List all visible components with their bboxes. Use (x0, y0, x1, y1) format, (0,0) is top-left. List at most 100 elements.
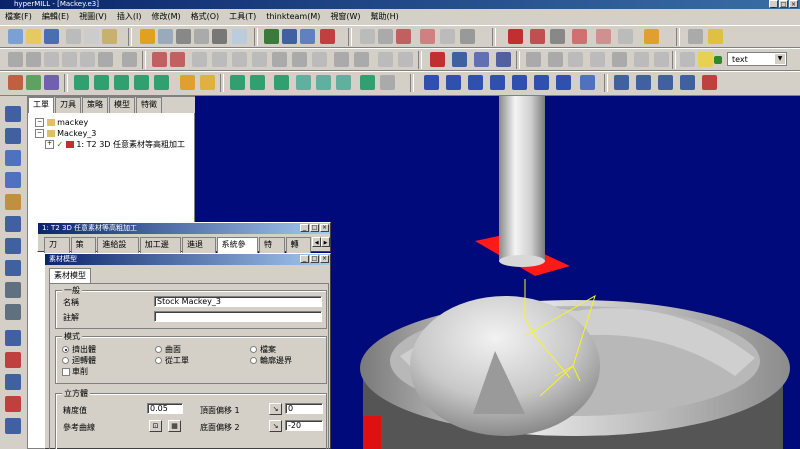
calc-icon[interactable] (5, 216, 21, 232)
shade-icon[interactable] (140, 29, 155, 44)
polyline-icon[interactable] (8, 52, 23, 67)
view-bottom-icon[interactable] (556, 75, 571, 90)
select-add-icon[interactable] (378, 29, 393, 44)
x-icon[interactable] (5, 396, 21, 412)
solid3-icon[interactable] (44, 75, 59, 90)
curve-icon[interactable] (122, 52, 137, 67)
menu-insert[interactable]: 插入(I) (112, 9, 147, 25)
color-swatch-icon[interactable] (714, 56, 722, 64)
ellipse-icon[interactable] (62, 52, 77, 67)
top-offset-field[interactable]: 0 (285, 403, 323, 414)
surface-icon[interactable] (152, 52, 167, 67)
wand-icon[interactable] (644, 29, 659, 44)
paste-icon[interactable] (102, 29, 117, 44)
menu-edit[interactable]: 編輯(E) (37, 9, 74, 25)
db-icon[interactable] (5, 418, 21, 434)
box3-icon[interactable] (114, 75, 129, 90)
fillet-icon[interactable] (334, 52, 349, 67)
rotate-icon[interactable] (176, 29, 191, 44)
minimize-button[interactable]: _ (300, 224, 309, 232)
surface-edit-icon[interactable] (170, 52, 185, 67)
transform-icon[interactable] (596, 29, 611, 44)
scissors-icon[interactable] (550, 29, 565, 44)
star-icon[interactable] (272, 52, 287, 67)
top-offset-pick-button[interactable]: ↘ (269, 403, 282, 415)
layer-icon[interactable] (680, 52, 695, 67)
scroll-left-icon[interactable]: ◀ (312, 237, 322, 247)
menu-view[interactable]: 視圖(V) (74, 9, 112, 25)
blend-icon[interactable] (312, 52, 327, 67)
toolpath-icon[interactable] (264, 29, 279, 44)
view-iso-icon[interactable] (424, 75, 439, 90)
array-icon[interactable] (618, 29, 633, 44)
snap6-icon[interactable] (634, 52, 649, 67)
view-front-icon[interactable] (446, 75, 461, 90)
tab-stock-model[interactable]: 素材模型 (49, 268, 91, 283)
view-top-icon[interactable] (468, 75, 483, 90)
menu-thinkteam[interactable]: thinkteam(M) (261, 9, 325, 25)
radio-file[interactable] (250, 346, 257, 353)
bulb-icon[interactable] (698, 52, 713, 67)
box-icon[interactable] (74, 75, 89, 90)
close-button[interactable]: × (320, 255, 329, 263)
select-red-icon[interactable] (396, 29, 411, 44)
chamfer-icon[interactable] (354, 52, 369, 67)
new-file-icon[interactable] (8, 29, 23, 44)
wrench2-icon[interactable] (5, 304, 21, 320)
box4-icon[interactable] (134, 75, 149, 90)
ellipse-tool-icon[interactable] (252, 52, 267, 67)
undo-icon[interactable] (320, 29, 335, 44)
select-icon[interactable] (360, 29, 375, 44)
tree-item[interactable]: + ✓ 1: T2 3D 任意素材等高粗加工 (31, 139, 185, 150)
measure-icon[interactable] (212, 29, 227, 44)
expand-icon[interactable]: + (45, 140, 54, 149)
precision-field[interactable]: 0.05 (147, 403, 183, 414)
post-icon[interactable] (5, 260, 21, 276)
bottom-offset-field[interactable]: -20 (285, 420, 323, 431)
boolean-icon[interactable] (360, 75, 375, 90)
menu-file[interactable]: 檔案(F) (0, 9, 37, 25)
circle-icon[interactable] (44, 52, 59, 67)
delete-icon[interactable] (508, 29, 523, 44)
pencil-icon[interactable] (708, 29, 723, 44)
solid2-icon[interactable] (26, 75, 41, 90)
tool-icon[interactable] (5, 128, 21, 144)
minimize-button[interactable]: _ (769, 0, 778, 8)
snap7-icon[interactable] (654, 52, 669, 67)
loft-icon[interactable] (296, 75, 311, 90)
view-right-icon[interactable] (490, 75, 505, 90)
wire-icon[interactable] (614, 75, 629, 90)
line-icon[interactable] (26, 52, 41, 67)
light-icon[interactable] (300, 29, 315, 44)
minimize-button[interactable]: _ (300, 255, 309, 263)
tree-item[interactable]: − mackey (31, 117, 185, 128)
menu-window[interactable]: 視窗(W) (325, 9, 365, 25)
tree-item[interactable]: − Mackey_3 (31, 128, 185, 139)
cut-icon[interactable] (66, 29, 81, 44)
pan-icon[interactable] (194, 29, 209, 44)
arc-icon[interactable] (98, 52, 113, 67)
collapse-icon[interactable]: − (35, 129, 44, 138)
tab-tools[interactable]: 刀具 (55, 97, 81, 113)
view-persp-icon[interactable] (580, 75, 595, 90)
name-field[interactable]: Stock Mackey_3 (154, 296, 322, 307)
shaded-edges-icon[interactable] (680, 75, 695, 90)
cylinder-icon[interactable] (200, 75, 215, 90)
radio-from-job[interactable] (155, 357, 162, 364)
project-icon[interactable] (378, 52, 393, 67)
snap-icon[interactable] (526, 52, 541, 67)
menu-modify[interactable]: 修改(M) (146, 9, 185, 25)
shell-icon[interactable] (380, 75, 395, 90)
bottom-offset-pick-button[interactable]: ↘ (269, 420, 282, 432)
hidden-icon[interactable] (636, 75, 651, 90)
close-button[interactable]: × (320, 224, 329, 232)
open-file-icon[interactable] (26, 29, 41, 44)
section-icon[interactable] (702, 75, 717, 90)
nc-icon[interactable] (5, 374, 21, 390)
report-icon[interactable] (5, 330, 21, 346)
filter-icon[interactable] (420, 29, 435, 44)
view-back-icon[interactable] (534, 75, 549, 90)
intersect-icon[interactable] (398, 52, 413, 67)
extrude-icon[interactable] (192, 52, 207, 67)
scroll-right-icon[interactable]: ▶ (321, 237, 330, 247)
